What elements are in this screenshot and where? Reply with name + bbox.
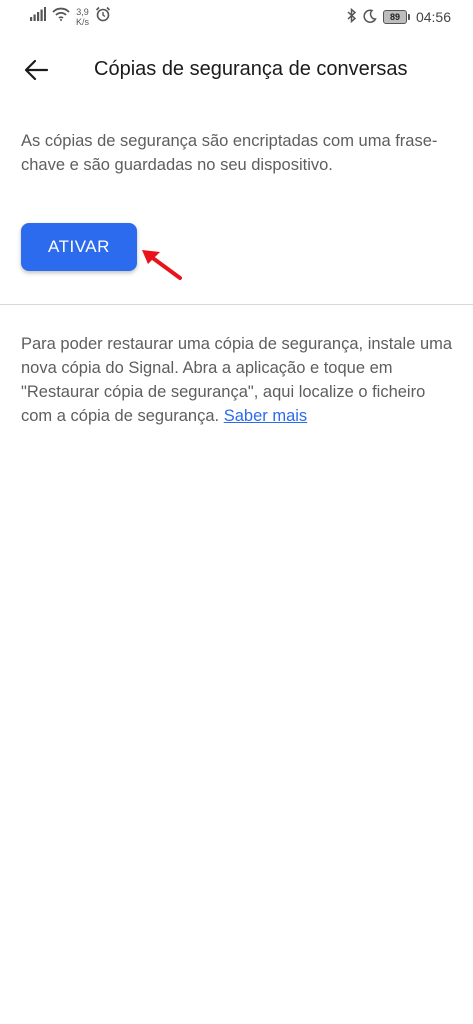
activate-button[interactable]: ATIVAR [21, 223, 137, 271]
backup-description: As cópias de segurança são encriptadas c… [21, 132, 438, 174]
status-bar-left: 3,9 K/s [30, 6, 111, 27]
signal-icon [30, 7, 46, 26]
arrow-left-icon [23, 59, 49, 86]
clock: 04:56 [415, 9, 451, 25]
status-bar: 3,9 K/s 89 04:56 [0, 0, 473, 34]
toolbar: Cópias de segurança de conversas [0, 44, 473, 100]
restore-info: Para poder restaurar uma cópia de segura… [21, 332, 453, 428]
network-speed: 3,9 K/s [76, 7, 89, 27]
wifi-icon [52, 7, 70, 26]
moon-icon [363, 8, 377, 26]
speed-unit: K/s [76, 16, 90, 27]
status-bar-right: 89 04:56 [347, 7, 451, 26]
alarm-icon [95, 6, 111, 27]
page-title: Cópias de segurança de conversas [94, 58, 408, 80]
battery-icon: 89 [382, 10, 410, 24]
learn-more-link[interactable]: Saber mais [224, 407, 307, 425]
speed-value: 3,9 [76, 6, 89, 17]
annotation-arrow-icon [142, 250, 182, 280]
back-button[interactable] [18, 54, 54, 90]
bluetooth-icon [347, 7, 357, 26]
battery-level: 89 [382, 10, 407, 24]
divider [0, 304, 473, 305]
